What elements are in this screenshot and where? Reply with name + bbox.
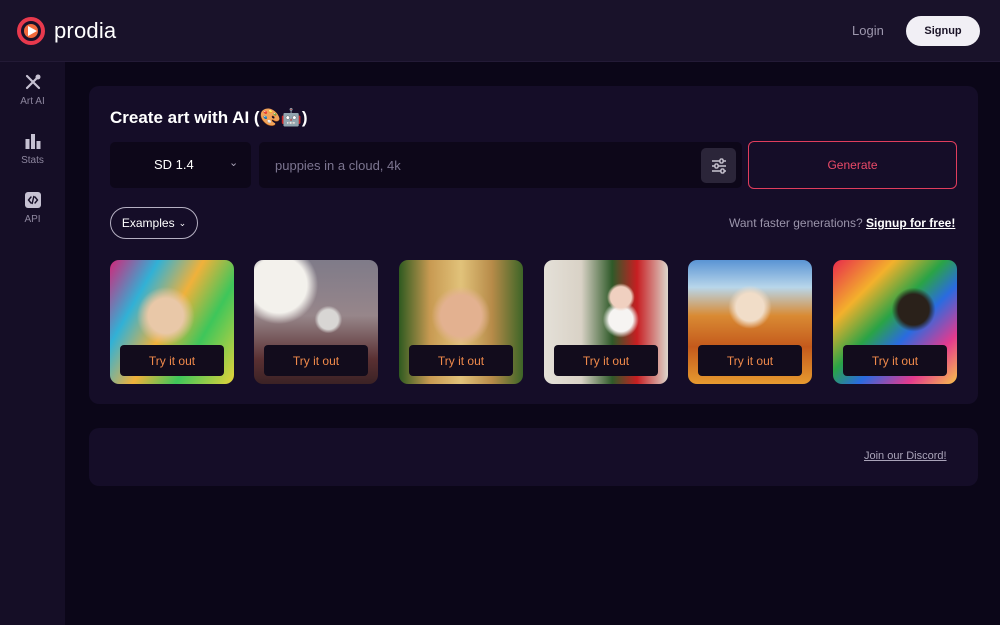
sidebar-item-stats[interactable]: Stats — [0, 132, 65, 166]
signup-free-link[interactable]: Signup for free! — [866, 216, 955, 230]
model-select[interactable]: SD 1.4 ⌄ — [110, 142, 251, 188]
sidebar-item-label: API — [24, 214, 41, 225]
try-it-out-button[interactable]: Try it out — [120, 345, 224, 376]
brand-name: prodia — [54, 18, 117, 43]
example-card[interactable]: Try it out — [544, 260, 668, 384]
discord-link[interactable]: Join our Discord! — [864, 450, 947, 462]
model-select-value: SD 1.4 — [154, 157, 194, 172]
prodia-logo-icon — [17, 17, 45, 45]
code-icon — [24, 192, 41, 208]
prompt-field[interactable] — [259, 142, 742, 188]
prompt-input[interactable] — [275, 155, 695, 175]
example-card[interactable]: Try it out — [254, 260, 378, 384]
footer-panel — [89, 428, 978, 486]
try-it-out-button[interactable]: Try it out — [264, 345, 368, 376]
example-card[interactable]: Try it out — [833, 260, 957, 384]
example-card[interactable]: Try it out — [110, 260, 234, 384]
faster-generations-text: Want faster generations? Signup for free… — [729, 216, 955, 230]
chevron-down-icon: ⌄ — [229, 157, 239, 169]
brush-icon — [25, 74, 40, 90]
generate-button[interactable]: Generate — [748, 141, 957, 189]
try-it-out-button[interactable]: Try it out — [554, 345, 658, 376]
examples-label: Examples — [121, 216, 175, 230]
settings-button[interactable] — [701, 148, 736, 183]
sidebar-item-label: Stats — [21, 155, 44, 166]
faster-text: Want faster generations? — [729, 216, 863, 230]
bar-chart-icon — [25, 134, 40, 149]
sidebar: Art AI Stats API — [0, 62, 65, 625]
sidebar-item-label: Art AI — [20, 96, 45, 107]
try-it-out-button[interactable]: Try it out — [843, 345, 947, 376]
page-title: Create art with AI (🎨🤖) — [110, 108, 308, 127]
try-it-out-button[interactable]: Try it out — [409, 345, 513, 376]
example-card[interactable]: Try it out — [688, 260, 812, 384]
sidebar-item-api[interactable]: API — [0, 191, 65, 225]
sidebar-item-art-ai[interactable]: Art AI — [0, 73, 65, 107]
sliders-icon — [711, 157, 726, 174]
logo[interactable]: prodia — [17, 17, 116, 45]
example-card[interactable]: Try it out — [399, 260, 523, 384]
signup-button[interactable]: Signup — [906, 16, 980, 46]
chevron-down-icon: ⌄ — [178, 217, 187, 228]
login-link[interactable]: Login — [852, 23, 884, 38]
examples-dropdown[interactable]: Examples ⌄ — [110, 207, 198, 239]
try-it-out-button[interactable]: Try it out — [698, 345, 802, 376]
top-navbar: prodia Login Signup — [0, 0, 1000, 62]
